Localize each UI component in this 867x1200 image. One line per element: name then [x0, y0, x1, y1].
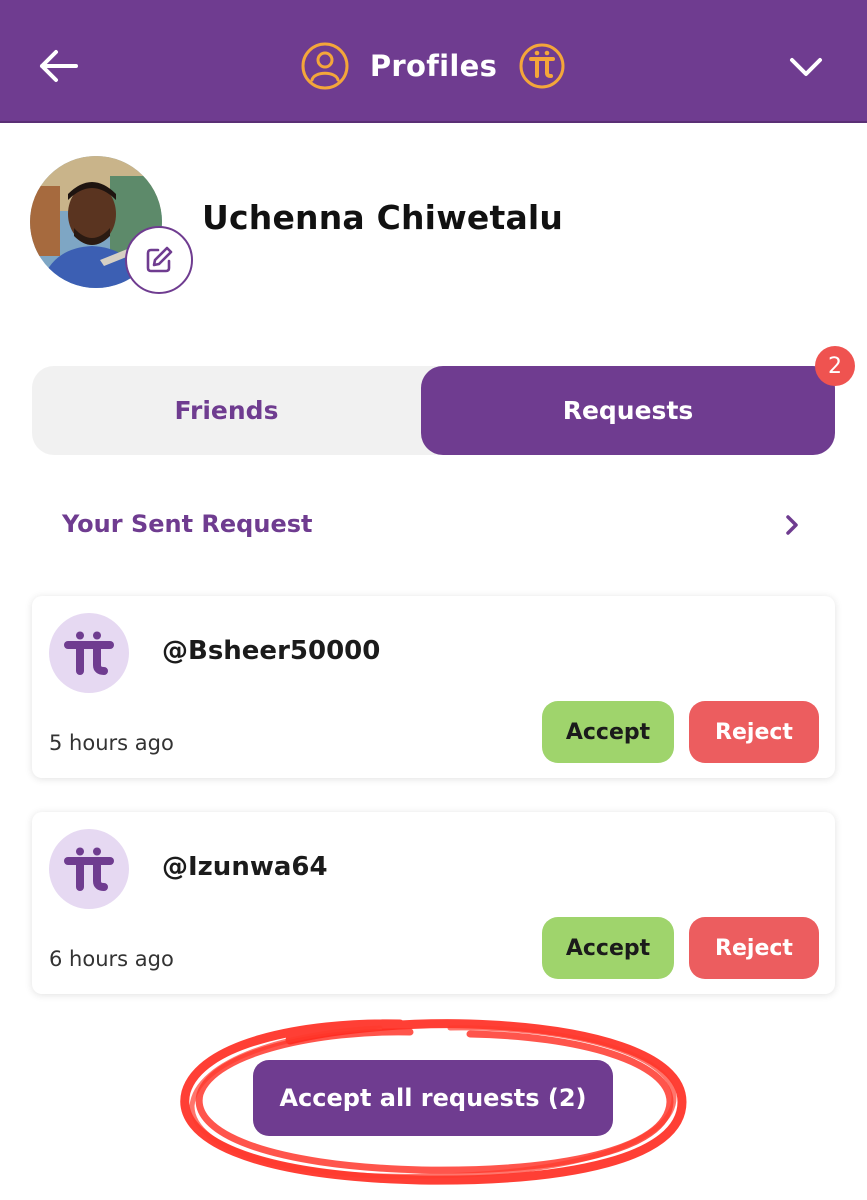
pi-coin-icon: [519, 43, 565, 89]
tab-friends[interactable]: Friends: [32, 366, 421, 455]
pi-logo-icon: [64, 847, 114, 891]
tab-bar: Friends Requests: [32, 366, 835, 455]
user-circle-icon: [301, 42, 349, 90]
requests-count-badge: 2: [815, 346, 855, 386]
reject-button[interactable]: Reject: [689, 917, 819, 979]
request-card: @Bsheer50000 5 hours ago Accept Reject: [32, 596, 835, 778]
top-bar: Profiles: [0, 0, 867, 123]
user-avatar: [49, 613, 129, 693]
accept-button[interactable]: Accept: [542, 701, 674, 763]
user-avatar: [49, 829, 129, 909]
sent-requests-link[interactable]: Your Sent Request: [32, 500, 822, 554]
chevron-right-icon: [786, 515, 798, 535]
edit-profile-button[interactable]: [125, 226, 193, 294]
request-card: @Izunwa64 6 hours ago Accept Reject: [32, 812, 835, 994]
request-timestamp: 6 hours ago: [49, 947, 174, 971]
chevron-down-icon: [790, 58, 822, 76]
accept-all-requests-button[interactable]: Accept all requests (2): [253, 1060, 613, 1136]
request-timestamp: 5 hours ago: [49, 731, 174, 755]
reject-button[interactable]: Reject: [689, 701, 819, 763]
request-username: @Bsheer50000: [162, 636, 381, 666]
request-username: @Izunwa64: [162, 852, 328, 882]
pi-logo-icon: [64, 631, 114, 675]
profile-name: Uchenna Chiwetalu: [202, 198, 564, 237]
pencil-edit-icon: [146, 246, 173, 273]
header-title-group: Profiles: [0, 38, 867, 94]
sent-requests-label: Your Sent Request: [62, 510, 313, 538]
tab-requests[interactable]: Requests: [421, 366, 835, 455]
accept-button[interactable]: Accept: [542, 917, 674, 979]
page-title: Profiles: [369, 49, 498, 83]
menu-dropdown-button[interactable]: [786, 50, 826, 84]
